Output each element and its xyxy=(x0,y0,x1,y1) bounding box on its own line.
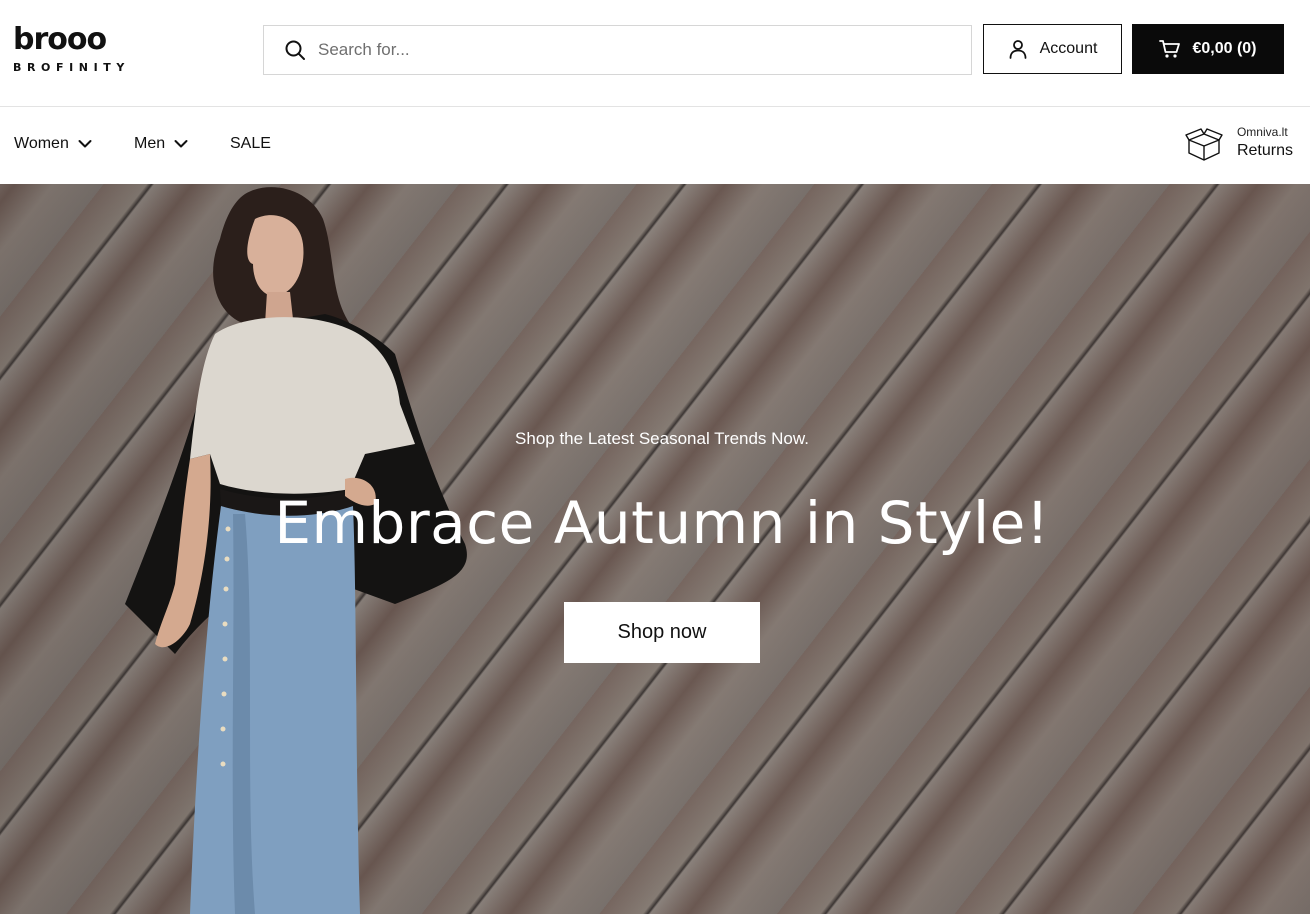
returns-carrier: Omniva.lt xyxy=(1236,125,1288,139)
returns-label: Returns xyxy=(1236,142,1293,159)
nav-item-label: SALE xyxy=(230,135,271,152)
user-icon xyxy=(1008,39,1028,59)
box-icon xyxy=(1185,124,1223,162)
nav-item-women[interactable]: Women xyxy=(14,135,92,153)
search-bar[interactable] xyxy=(263,25,972,75)
hero-banner: Shop the Latest Seasonal Trends Now. Emb… xyxy=(0,184,1310,914)
nav-item-men[interactable]: Men xyxy=(134,135,188,153)
site-header: brooo BROFINITY Account €0, xyxy=(0,0,1310,107)
cart-total: €0,00 (0) xyxy=(1192,40,1257,57)
main-nav: Women Men SALE Omniva.lt Returns xyxy=(0,107,1310,184)
chevron-down-icon xyxy=(78,139,92,149)
account-label: Account xyxy=(1039,40,1098,57)
nav-item-label: Men xyxy=(134,135,166,152)
search-icon[interactable] xyxy=(284,39,306,61)
nav-item-sale[interactable]: SALE xyxy=(230,135,271,153)
returns-link[interactable]: Omniva.lt Returns xyxy=(1185,124,1293,162)
logo-subtext: BROFINITY xyxy=(13,61,130,74)
chevron-down-icon xyxy=(174,139,188,149)
search-input[interactable] xyxy=(318,30,938,70)
shop-now-button[interactable]: Shop now xyxy=(564,602,760,663)
nav-item-label: Women xyxy=(14,135,69,152)
logo-wordmark: brooo xyxy=(13,22,107,57)
brand-logo[interactable]: brooo BROFINITY xyxy=(13,22,143,76)
cart-icon xyxy=(1159,39,1181,59)
hero-subtitle: Shop the Latest Seasonal Trends Now. xyxy=(515,429,809,448)
account-button[interactable]: Account xyxy=(983,24,1122,74)
hero-title: Embrace Autumn in Style! xyxy=(274,489,1050,557)
cart-button[interactable]: €0,00 (0) xyxy=(1132,24,1284,74)
